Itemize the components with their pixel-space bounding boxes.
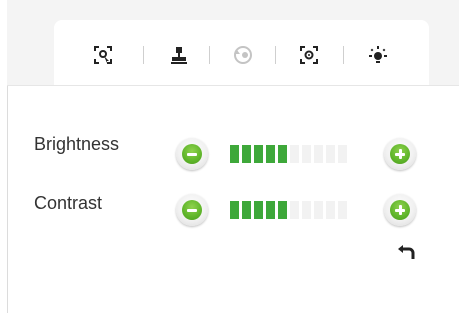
level-segment-filled: [254, 145, 263, 163]
level-segment-empty: [302, 145, 311, 163]
level-segment-empty: [302, 201, 311, 219]
level-segment-empty: [338, 145, 347, 163]
toolbar-separator: [343, 46, 344, 64]
plus-icon: [390, 200, 410, 220]
level-segment-filled: [278, 145, 287, 163]
rotate-icon: [234, 46, 252, 64]
stamp-icon: [171, 47, 187, 64]
exposure-target-icon: [300, 46, 318, 64]
focus-area-button[interactable]: [92, 44, 114, 66]
brightness-level-bar[interactable]: [230, 145, 347, 163]
level-segment-filled: [266, 145, 275, 163]
level-segment-empty: [338, 201, 347, 219]
level-segment-empty: [314, 201, 323, 219]
toolbar-separator: [209, 46, 210, 64]
level-segment-filled: [230, 201, 239, 219]
level-segment-empty: [326, 201, 335, 219]
stamp-button[interactable]: [168, 44, 190, 66]
level-segment-empty: [326, 145, 335, 163]
exposure-target-button[interactable]: [298, 44, 320, 66]
rotate-button[interactable]: [232, 44, 254, 66]
toolbar-separator: [143, 46, 144, 64]
plus-icon: [390, 144, 410, 164]
reset-button[interactable]: [397, 242, 417, 262]
level-segment-filled: [266, 201, 275, 219]
brightness-label: Brightness: [34, 134, 120, 154]
level-segment-filled: [242, 145, 251, 163]
contrast-level-bar[interactable]: [230, 201, 347, 219]
undo-icon: [398, 245, 415, 259]
contrast-decrease-button[interactable]: [176, 194, 208, 226]
level-segment-filled: [254, 201, 263, 219]
minus-icon: [182, 200, 202, 220]
brightness-button[interactable]: [367, 44, 389, 66]
minus-icon: [182, 144, 202, 164]
contrast-increase-button[interactable]: [384, 194, 416, 226]
brightness-decrease-button[interactable]: [176, 138, 208, 170]
level-segment-empty: [290, 145, 299, 163]
level-segment-filled: [278, 201, 287, 219]
brightness-increase-button[interactable]: [384, 138, 416, 170]
level-segment-filled: [230, 145, 239, 163]
level-segment-empty: [314, 145, 323, 163]
contrast-label: Contrast: [34, 193, 103, 213]
brightness-icon: [369, 46, 387, 63]
level-segment-filled: [242, 201, 251, 219]
level-segment-empty: [290, 201, 299, 219]
toolbar-separator: [275, 46, 276, 64]
focus-area-icon: [94, 46, 112, 64]
